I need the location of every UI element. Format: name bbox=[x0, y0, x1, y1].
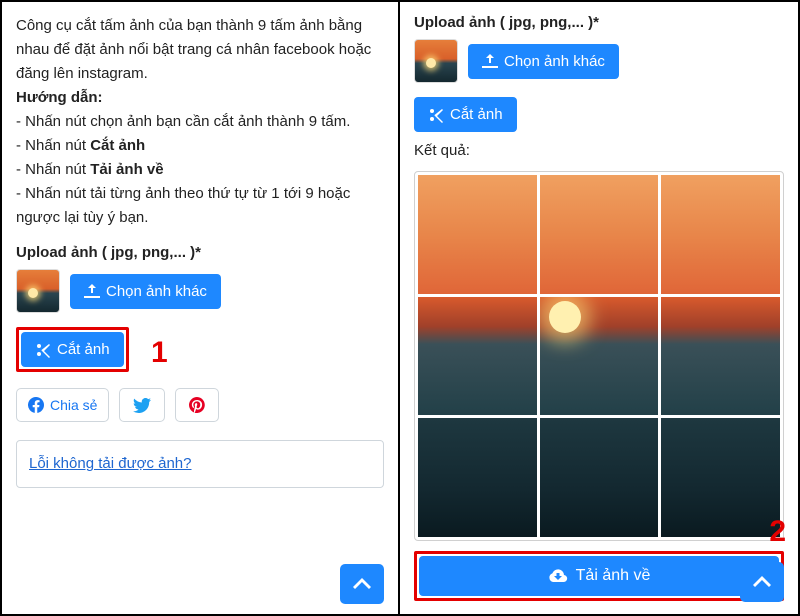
chevron-up-icon bbox=[353, 578, 371, 590]
upload-label-left: Upload ảnh ( jpg, png,... )* bbox=[16, 244, 384, 261]
intro-text: Công cụ cắt tấm ảnh của bạn thành 9 tấm … bbox=[16, 17, 371, 82]
twitter-share-button[interactable] bbox=[119, 388, 165, 422]
cut-image-button-right[interactable]: Cắt ảnh bbox=[414, 97, 517, 132]
guide-step-2a: - Nhấn nút bbox=[16, 137, 90, 154]
result-tile[interactable] bbox=[540, 297, 659, 416]
download-all-label: Tải ảnh về bbox=[576, 567, 651, 585]
description-block: Công cụ cắt tấm ảnh của bạn thành 9 tấm … bbox=[16, 14, 384, 230]
cut-row-right: Cắt ảnh bbox=[414, 97, 784, 132]
guide-step-2b: Cắt ảnh bbox=[90, 137, 145, 154]
chevron-up-icon bbox=[753, 576, 771, 588]
share-row: Chia sẻ bbox=[16, 388, 384, 422]
result-grid bbox=[418, 175, 780, 537]
cloud-download-icon bbox=[548, 568, 568, 584]
pinterest-icon bbox=[189, 397, 205, 413]
cut-row: Cắt ảnh 1 bbox=[16, 327, 168, 372]
pinterest-share-button[interactable] bbox=[175, 388, 219, 422]
guide-step-3b: Tải ảnh về bbox=[90, 161, 163, 178]
step-number-1: 1 bbox=[151, 336, 168, 370]
thumbnail-preview-right bbox=[414, 39, 458, 83]
choose-image-button[interactable]: Chọn ảnh khác bbox=[70, 274, 221, 309]
thumbnail-preview bbox=[16, 269, 60, 313]
step-2-highlight: Tải ảnh về bbox=[414, 551, 784, 601]
upload-row-right: Chọn ảnh khác bbox=[414, 39, 784, 83]
cut-image-label-right: Cắt ảnh bbox=[450, 106, 503, 123]
result-tile[interactable] bbox=[661, 175, 780, 294]
step-number-2: 2 bbox=[769, 515, 786, 549]
result-label: Kết quả: bbox=[414, 142, 784, 159]
scissors-icon bbox=[428, 107, 444, 123]
upload-row-left: Chọn ảnh khác bbox=[16, 269, 384, 313]
error-link[interactable]: Lỗi không tải được ảnh? bbox=[29, 455, 192, 472]
choose-image-label: Chọn ảnh khác bbox=[106, 283, 207, 300]
upload-icon bbox=[84, 284, 100, 298]
download-row: 2 Tải ảnh về bbox=[414, 551, 784, 601]
result-tile[interactable] bbox=[418, 175, 537, 294]
facebook-share-button[interactable]: Chia sẻ bbox=[16, 388, 109, 422]
upload-label-right: Upload ảnh ( jpg, png,... )* bbox=[414, 14, 784, 31]
result-grid-wrap bbox=[414, 171, 784, 541]
upload-icon bbox=[482, 54, 498, 68]
facebook-icon bbox=[28, 397, 44, 413]
result-tile[interactable] bbox=[418, 297, 537, 416]
panel-left: Công cụ cắt tấm ảnh của bạn thành 9 tấm … bbox=[2, 2, 400, 614]
download-all-button[interactable]: Tải ảnh về bbox=[419, 556, 779, 596]
error-box: Lỗi không tải được ảnh? bbox=[16, 440, 384, 488]
scroll-to-top-button-left[interactable] bbox=[340, 564, 384, 604]
result-tile[interactable] bbox=[540, 418, 659, 537]
app-container: Công cụ cắt tấm ảnh của bạn thành 9 tấm … bbox=[0, 0, 800, 616]
twitter-icon bbox=[133, 398, 151, 413]
step-1-highlight: Cắt ảnh bbox=[16, 327, 129, 372]
facebook-share-label: Chia sẻ bbox=[50, 397, 97, 413]
result-tile[interactable] bbox=[661, 418, 780, 537]
cut-image-button[interactable]: Cắt ảnh bbox=[21, 332, 124, 367]
result-tile[interactable] bbox=[661, 297, 780, 416]
choose-image-button-right[interactable]: Chọn ảnh khác bbox=[468, 44, 619, 79]
guide-step-1: - Nhấn nút chọn ảnh bạn cần cắt ảnh thàn… bbox=[16, 113, 350, 130]
cut-image-label: Cắt ảnh bbox=[57, 341, 110, 358]
scroll-to-top-button-right[interactable] bbox=[740, 562, 784, 602]
guide-title: Hướng dẫn: bbox=[16, 89, 103, 106]
guide-step-3a: - Nhấn nút bbox=[16, 161, 90, 178]
result-tile[interactable] bbox=[418, 418, 537, 537]
result-tile[interactable] bbox=[540, 175, 659, 294]
panel-right: Upload ảnh ( jpg, png,... )* Chọn ảnh kh… bbox=[400, 2, 798, 614]
choose-image-label-right: Chọn ảnh khác bbox=[504, 53, 605, 70]
guide-step-4: - Nhấn nút tải từng ảnh theo thứ tự từ 1… bbox=[16, 185, 350, 226]
scissors-icon bbox=[35, 342, 51, 358]
